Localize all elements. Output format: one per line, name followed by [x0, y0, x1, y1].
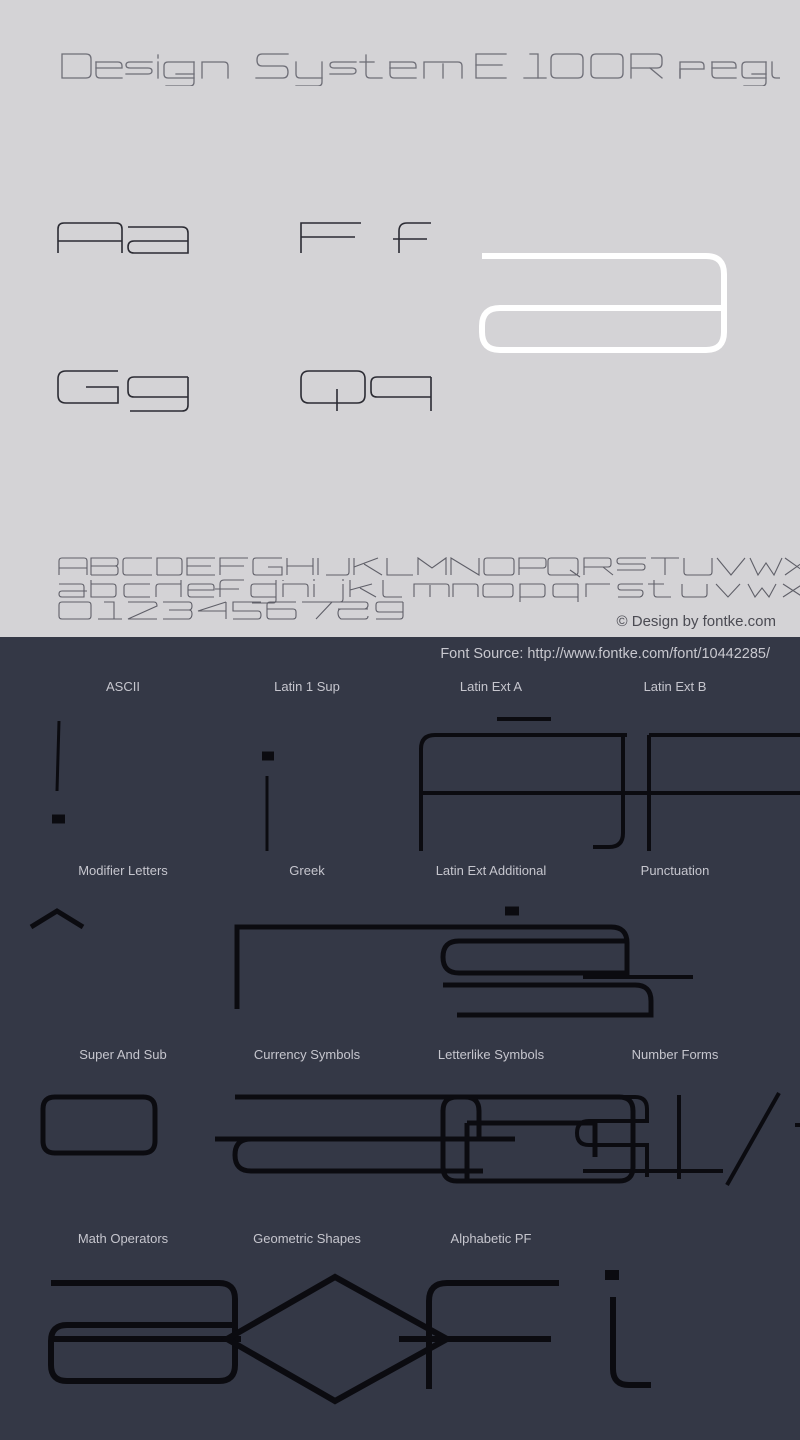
block-label-group: Math Operators Geometric Shapes Alphabet… [0, 1231, 800, 1253]
block-label-group: ASCII Latin 1 Sup Latin Ext A Latin Ext … [0, 679, 800, 701]
block-glyph-group [0, 885, 800, 1047]
block-label-number-forms: Number Forms [631, 1047, 719, 1062]
glyph-sample-superscript-zero [31, 1069, 215, 1231]
light-specimen-panel: © Design by fontke.com [0, 0, 800, 637]
block-label-latin1sup: Latin 1 Sup [274, 679, 340, 694]
unicode-block-row: ASCII Latin 1 Sup Latin Ext A Latin Ext … [0, 679, 800, 863]
copyright-credit: © Design by fontke.com [616, 613, 776, 630]
glyph-sample-fraction-numerator-one [574, 1069, 800, 1231]
glyph-sample-diamond [215, 1253, 515, 1415]
glyph-sample-bbar [583, 701, 800, 863]
feature-glyph [478, 248, 730, 356]
block-label-math-operators: Math Operators [77, 1231, 169, 1246]
block-label-latinexta: Latin Ext A [459, 679, 523, 694]
letter-pair-Qq [299, 353, 439, 415]
glyph-sample-inverted-exclam [215, 701, 399, 863]
font-source-line: Font Source: http://www.fontke.com/font/… [440, 646, 770, 662]
glyph-sample-for-all [31, 1253, 241, 1415]
block-label-group: Modifier Letters Greek Latin Ext Additio… [0, 863, 800, 885]
letter-pair-specimens [56, 205, 476, 415]
glyph-sample-fi-ligature [399, 1253, 651, 1415]
unicode-block-row: Math Operators Geometric Shapes Alphabet… [0, 1231, 800, 1415]
glyph-sample-hyphen [583, 885, 767, 1047]
block-glyph-group [0, 701, 800, 863]
block-label-modifier-letters: Modifier Letters [78, 863, 168, 878]
glyph-sample-amacron [399, 701, 635, 863]
block-label-latin-ext-additional: Latin Ext Additional [435, 863, 547, 878]
glyph-sample-account-of [399, 1069, 636, 1231]
letter-pair-Gg [56, 353, 196, 415]
unicode-blocks-panel: Font Source: http://www.fontke.com/font/… [0, 637, 800, 1440]
font-specimen-page: © Design by fontke.com Font Source: http… [0, 0, 800, 1440]
unicode-block-grid: ASCII Latin 1 Sup Latin Ext A Latin Ext … [0, 679, 800, 1439]
block-label-punctuation: Punctuation [640, 863, 710, 878]
block-label-letterlike-symbols: Letterlike Symbols [437, 1047, 545, 1062]
block-glyph-group [0, 1253, 800, 1415]
letter-pair-Ff [299, 205, 439, 267]
glyph-sample-circumflex [29, 885, 215, 1047]
glyph-sample-gamma [215, 885, 455, 1047]
block-glyph-group [0, 1069, 800, 1231]
block-label-geometric-shapes: Geometric Shapes [253, 1231, 361, 1246]
block-label-latinextb: Latin Ext B [643, 679, 707, 694]
block-label-greek: Greek [289, 863, 325, 878]
letter-pair-Aa [56, 205, 196, 267]
alphabet-row-lowercase [58, 578, 800, 604]
glyph-sample-a-ring-below [399, 885, 654, 1047]
unicode-block-row: Modifier Letters Greek Latin Ext Additio… [0, 863, 800, 1047]
unicode-block-row: Super And Sub Currency Symbols Letterlik… [0, 1047, 800, 1231]
block-label-group: Super And Sub Currency Symbols Letterlik… [0, 1047, 800, 1069]
block-label-super-and-sub: Super And Sub [79, 1047, 167, 1062]
glyph-sample-currency-euro [215, 1069, 515, 1231]
glyph-sample-exclam [31, 701, 215, 863]
alphabet-row-uppercase [58, 556, 800, 578]
alphabet-specimen [58, 556, 800, 620]
block-label-currency-symbols: Currency Symbols [253, 1047, 361, 1062]
block-label-alphabetic-pf: Alphabetic PF [450, 1231, 532, 1246]
page-title [60, 46, 780, 86]
block-label-ascii: ASCII [106, 679, 140, 694]
